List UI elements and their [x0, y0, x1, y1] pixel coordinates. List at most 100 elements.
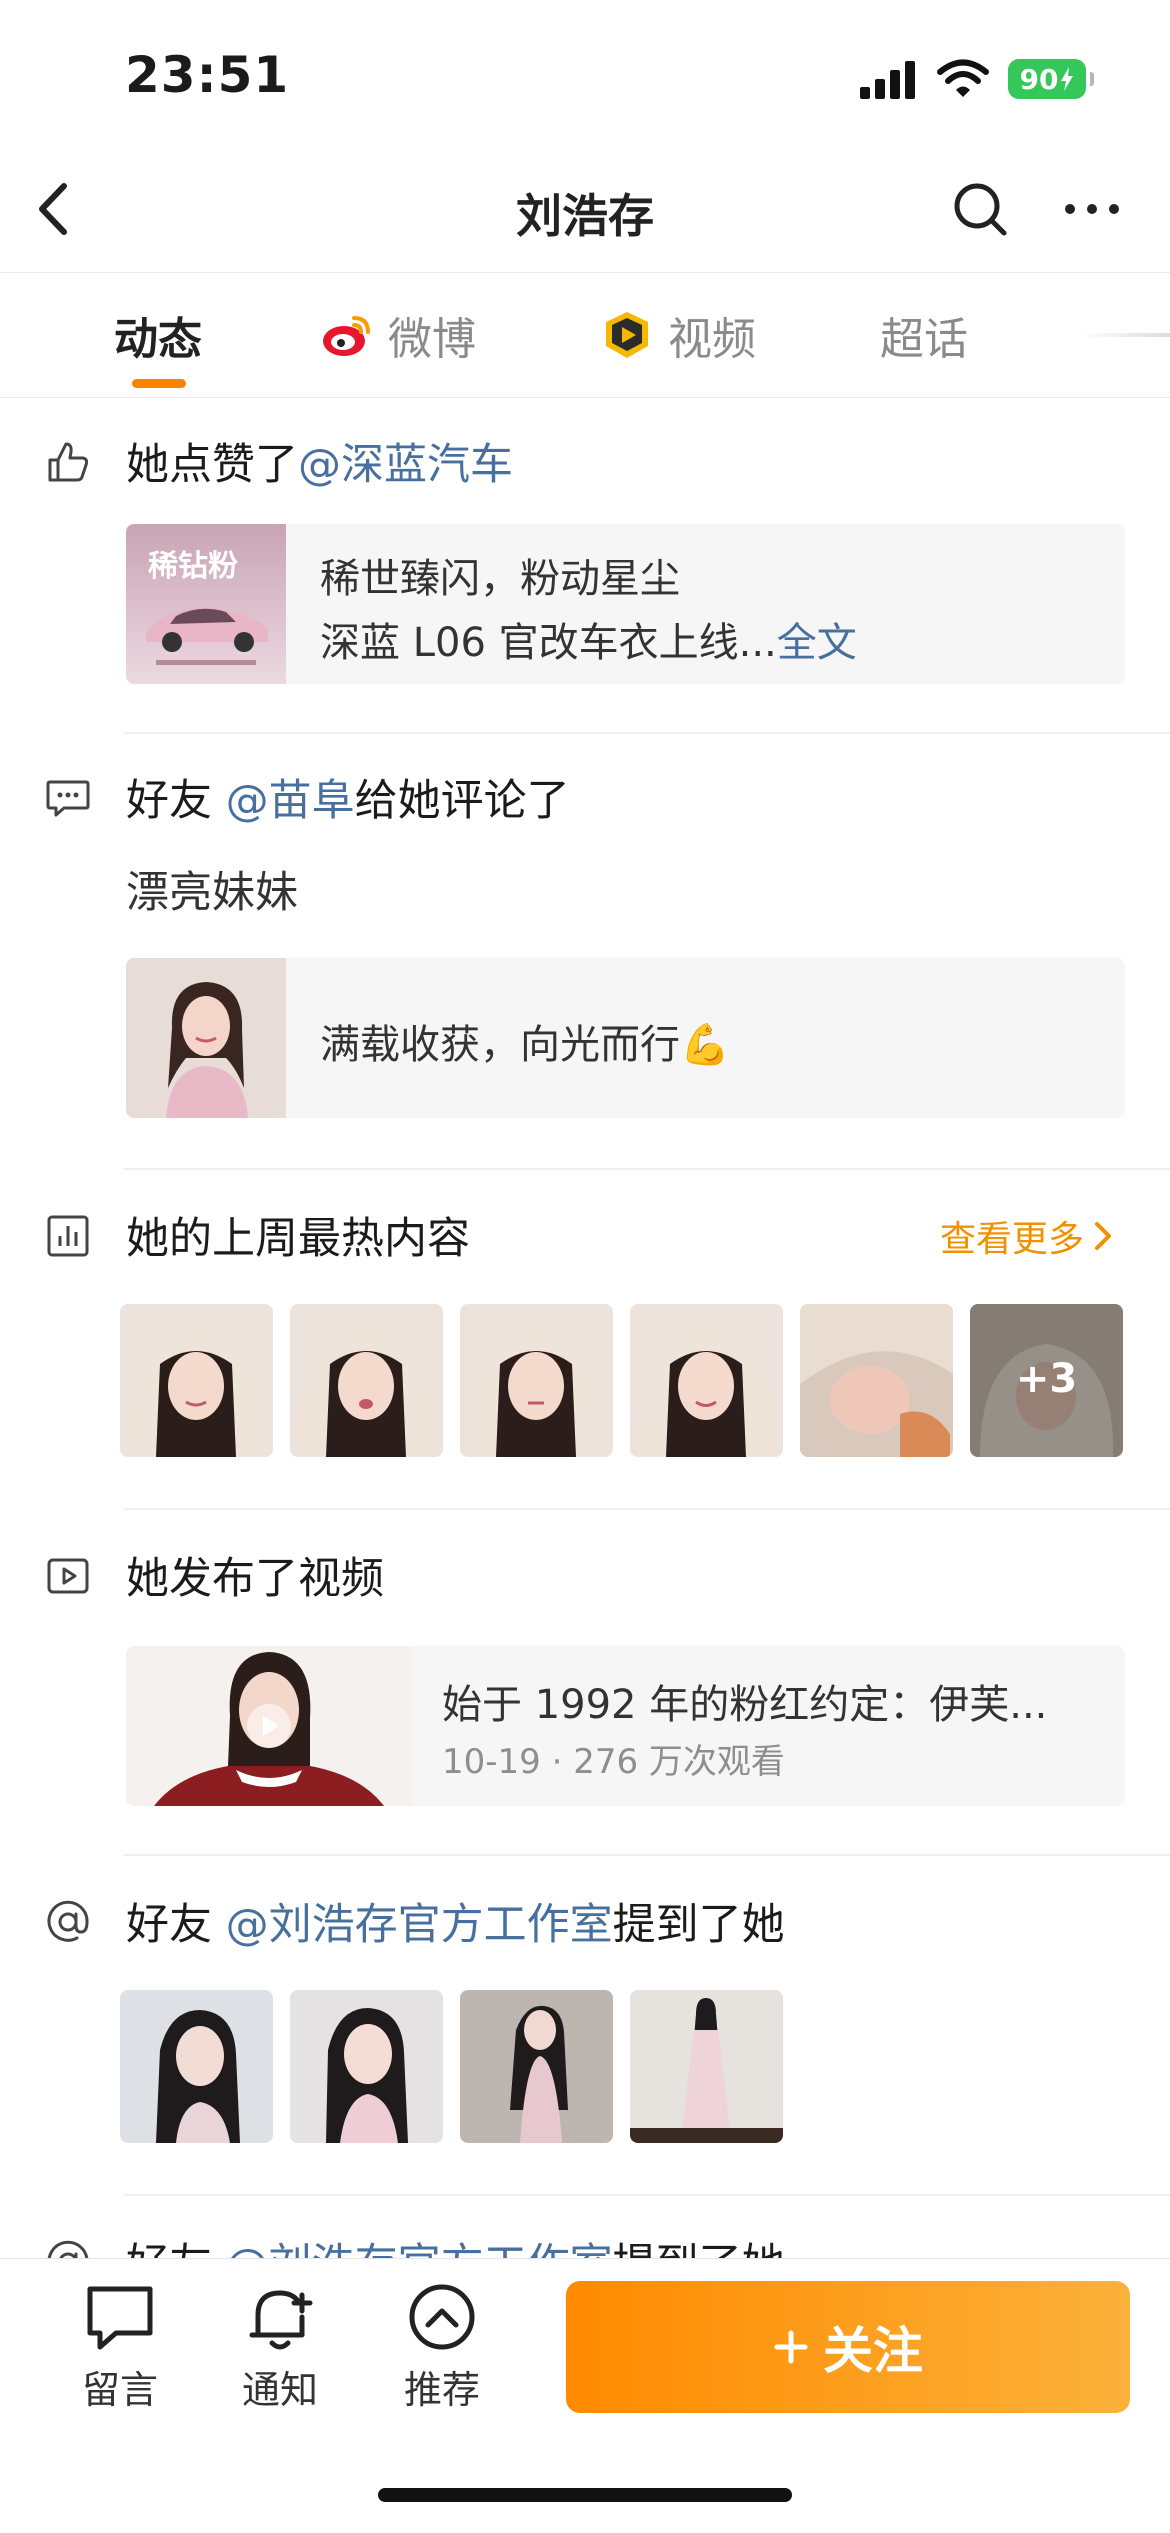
weibo-logo-icon — [323, 316, 370, 356]
action-text: 给她评论了 — [354, 776, 570, 826]
message-button[interactable]: 留言 — [60, 2281, 180, 2414]
tab-dynamics[interactable]: 动态 — [114, 305, 202, 365]
video-badge-icon — [606, 312, 648, 358]
video-meta: 10-19 · 276 万次观看 — [442, 1742, 785, 1782]
full-text-link[interactable]: 全文 — [777, 620, 857, 666]
hot-photo[interactable] — [290, 1304, 443, 1457]
hot-photo[interactable] — [120, 1304, 273, 1457]
hot-photo-more[interactable]: +3 — [970, 1304, 1123, 1457]
battery-level: 90 — [1019, 62, 1059, 96]
hooded-portrait-image — [460, 1304, 613, 1457]
tabs-scroll-fade — [1070, 293, 1170, 377]
feed-item-header: 好友 @刘浩存官方工作室提到了她 — [126, 1890, 785, 1952]
hot-photo[interactable] — [460, 1304, 613, 1457]
tab-label: 动态 — [114, 314, 202, 365]
feed-item-header: 好友 @苗阜给她评论了 — [126, 766, 570, 828]
status-bar: 23:51 90 — [0, 0, 1170, 150]
mention-photo[interactable] — [630, 1990, 783, 2143]
follow-button[interactable]: 关注 — [566, 2281, 1130, 2413]
mention-link[interactable]: @刘浩存官方工作室 — [226, 2240, 613, 2258]
feed-item-mention: 好友 @刘浩存官方工作室提到了她 — [0, 1856, 1170, 2196]
section-title: 她的上周最热内容 — [126, 1214, 470, 1264]
bar-chart-icon — [47, 1215, 89, 1257]
card-title: 满载收获，向光而行💪 — [320, 1022, 730, 1068]
action-text: 好友 — [126, 776, 226, 826]
feed-item-like: 她点赞了@深蓝汽车 稀钻粉 稀世臻闪，粉动星尘 深蓝 L06 官改车衣上线...… — [0, 398, 1170, 734]
hooded-portrait-image — [120, 1304, 273, 1457]
mention-link[interactable]: @苗阜 — [226, 776, 355, 826]
search-icon — [954, 183, 1007, 236]
home-indicator — [378, 2488, 792, 2502]
tab-super-topic[interactable]: 超话 — [880, 305, 968, 365]
tab-label: 微博 — [388, 314, 476, 365]
chevron-up-circle-icon — [409, 2284, 475, 2350]
mention-link[interactable]: @深蓝汽车 — [298, 440, 513, 490]
hot-photo[interactable] — [630, 1304, 783, 1457]
video-card[interactable]: 始于 1992 年的粉红约定：伊芙... 10-19 · 276 万次观看 — [126, 1646, 1125, 1806]
mention-link[interactable]: @刘浩存官方工作室 — [226, 1900, 613, 1950]
hooded-portrait-image — [290, 1304, 443, 1457]
liked-post-card[interactable]: 稀钻粉 稀世臻闪，粉动星尘 深蓝 L06 官改车衣上线...全文 — [126, 524, 1125, 684]
mention-photo[interactable] — [120, 1990, 273, 2143]
charging-bolt-icon — [1061, 67, 1074, 91]
plus-icon — [774, 2330, 808, 2364]
tab-weibo[interactable]: 微博 — [320, 305, 476, 365]
tab-label: 视频 — [668, 314, 756, 365]
portrait-image — [290, 1990, 443, 2143]
cellular-signal-icon — [860, 61, 915, 99]
portrait-thumbnail — [126, 958, 286, 1118]
at-sign-icon — [47, 2240, 89, 2258]
thumbnail-caption: 稀钻粉 — [148, 549, 238, 584]
tab-label: 超话 — [880, 314, 968, 365]
see-more-label: 查看更多 — [939, 1219, 1084, 1260]
recommend-button[interactable]: 推荐 — [382, 2281, 502, 2414]
hot-photo[interactable] — [800, 1304, 953, 1457]
commented-post-card[interactable]: 满载收获，向光而行💪 — [126, 958, 1125, 1118]
card-title: 稀世臻闪，粉动星尘 — [320, 556, 680, 602]
comment-body: 漂亮妹妹 — [126, 868, 298, 918]
notify-label: 通知 — [241, 2368, 318, 2412]
hooded-portrait-image — [630, 1304, 783, 1457]
card-excerpt: 深蓝 L06 官改车衣上线...全文 — [320, 610, 857, 668]
see-more-link[interactable]: 查看更多 — [940, 1210, 1114, 1262]
video-title: 始于 1992 年的粉红约定：伊芙... — [442, 1682, 1048, 1728]
message-label: 留言 — [81, 2368, 158, 2412]
closeup-portrait-image — [800, 1304, 953, 1457]
wifi-icon — [937, 59, 989, 97]
comment-bubble-icon — [46, 780, 90, 817]
feed-item-hot-content: 她的上周最热内容 查看更多 +3 — [0, 1170, 1170, 1510]
mention-photo[interactable] — [290, 1990, 443, 2143]
action-text: 提到了她 — [612, 1900, 785, 1950]
follow-label: 关注 — [823, 2322, 923, 2380]
mention-photo[interactable] — [460, 1990, 613, 2143]
active-tab-indicator — [132, 379, 186, 388]
action-text: 她点赞了 — [126, 440, 298, 490]
message-icon — [87, 2286, 153, 2350]
thumbs-up-icon — [48, 442, 89, 482]
at-sign-icon — [47, 1900, 89, 1942]
status-icons: 90 — [858, 56, 1094, 102]
action-text: 提到了她 — [613, 2240, 785, 2258]
portrait-image — [120, 1990, 273, 2143]
recommend-label: 推荐 — [403, 2368, 480, 2412]
search-button[interactable] — [950, 174, 1010, 244]
profile-tabs: 动态 微博 视频 超话 — [0, 273, 1170, 398]
section-title: 她发布了视频 — [126, 1554, 384, 1604]
video-thumbnail — [126, 1646, 412, 1806]
more-dots-icon — [1065, 204, 1119, 214]
bell-plus-icon — [249, 2290, 313, 2350]
card-excerpt-text: 深蓝 L06 官改车衣上线... — [320, 620, 777, 666]
chevron-right-icon — [1095, 1222, 1111, 1250]
status-time: 23:51 — [125, 46, 290, 104]
feed-item-header: 好友 @刘浩存官方工作室提到了她 — [126, 2230, 785, 2258]
feed-item-comment: 好友 @苗阜给她评论了 漂亮妹妹 满载收获，向光而行💪 — [0, 734, 1170, 1170]
activity-feed[interactable]: 她点赞了@深蓝汽车 稀钻粉 稀世臻闪，粉动星尘 深蓝 L06 官改车衣上线...… — [0, 398, 1170, 2258]
battery-indicator: 90 — [1008, 59, 1094, 99]
more-button[interactable] — [1062, 174, 1122, 244]
full-body-image — [630, 1990, 783, 2143]
car-thumbnail: 稀钻粉 — [126, 524, 286, 684]
tab-video[interactable]: 视频 — [600, 305, 756, 365]
feed-item-video: 她发布了视频 始于 1992 年的粉红约定：伊芙... 10-19 · 276 … — [0, 1510, 1170, 1856]
action-text: 好友 — [126, 2240, 226, 2258]
notify-button[interactable]: 通知 — [220, 2281, 340, 2414]
